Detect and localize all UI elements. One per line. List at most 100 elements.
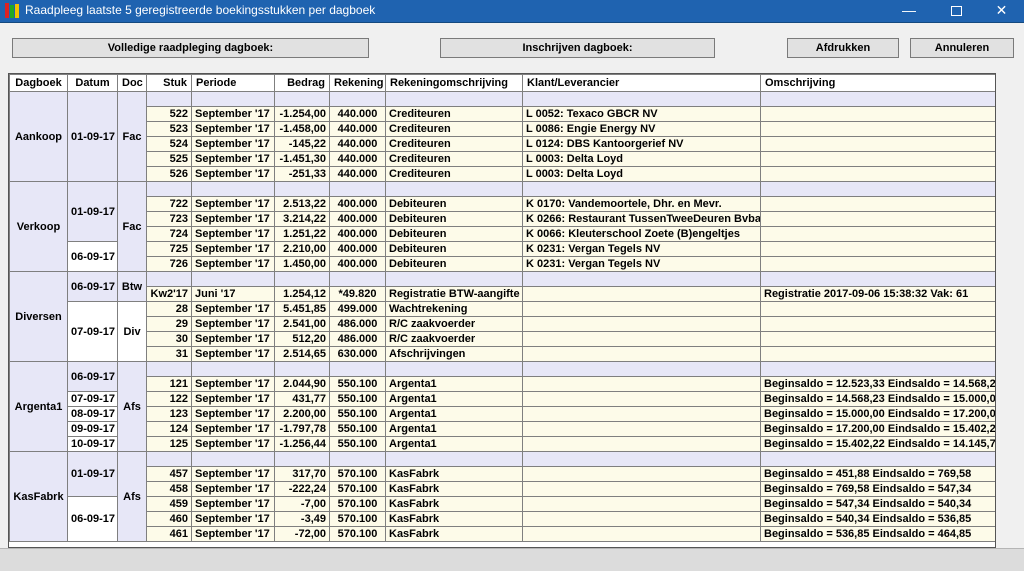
rek-omschr-cell[interactable]: Debiteuren [385,226,523,242]
rekening-cell[interactable]: 550.100 [329,376,386,392]
rekening-cell[interactable]: 550.100 [329,406,386,422]
bedrag-cell[interactable]: 2.513,22 [274,196,330,212]
rekening-cell[interactable]: 400.000 [329,226,386,242]
klant-cell[interactable] [522,496,761,512]
periode-cell[interactable]: September '17 [191,466,275,482]
rekening-cell[interactable]: 570.100 [329,511,386,527]
bedrag-cell[interactable]: 1.254,12 [274,286,330,302]
stuk-cell[interactable]: 526 [146,166,192,182]
omschrijving-cell[interactable] [760,196,995,212]
datum-cell[interactable]: 01-09-17 [67,451,118,497]
table-row[interactable]: 723 September '17 3.214,22 400.000 Debiteure… [10,211,995,227]
klant-cell[interactable] [522,301,761,317]
klant-cell[interactable]: K 0231: Vergan Tegels NV [522,256,761,272]
stuk-cell[interactable]: 460 [146,511,192,527]
rekening-cell[interactable] [329,271,386,287]
rekening-cell[interactable]: 499.000 [329,301,386,317]
bedrag-cell[interactable]: -72,00 [274,526,330,542]
omschrijving-cell[interactable]: Beginsaldo = 15.402,22 Eindsaldo = 14.14… [760,436,995,452]
table-row[interactable]: 09-09-17 124 September '17 -1.797,78 550.100… [10,421,995,437]
header-stuk[interactable]: Stuk [146,74,192,92]
rek-omschr-cell[interactable]: Crediteuren [385,136,523,152]
periode-cell[interactable]: September '17 [191,136,275,152]
stuk-cell[interactable]: 31 [146,346,192,362]
rek-omschr-cell[interactable] [385,181,523,197]
omschrijving-cell[interactable] [760,136,995,152]
omschrijving-cell[interactable]: Beginsaldo = 540,34 Eindsaldo = 536,85 [760,511,995,527]
rekening-cell[interactable]: 486.000 [329,316,386,332]
rekening-cell[interactable]: 440.000 [329,166,386,182]
table-row[interactable]: 30 September '17 512,20 486.000 R/C zaakvoer… [10,331,995,347]
datum-cell[interactable]: 07-09-17 [67,301,118,362]
stuk-cell[interactable]: 461 [146,526,192,542]
cancel-button[interactable]: Annuleren [910,38,1014,58]
omschrijving-cell[interactable] [760,181,995,197]
omschrijving-cell[interactable] [760,106,995,122]
doc-cell[interactable]: Fac [117,91,147,182]
rek-omschr-cell[interactable]: Argenta1 [385,376,523,392]
datum-cell[interactable]: 06-09-17 [67,241,118,272]
omschrijving-cell[interactable] [760,256,995,272]
klant-cell[interactable]: L 0003: Delta Loyd [522,166,761,182]
table-row[interactable]: 457 September '17 317,70 570.100 KasFabrk Beg… [10,466,995,482]
stuk-cell[interactable]: 125 [146,436,192,452]
periode-cell[interactable]: September '17 [191,391,275,407]
close-button[interactable]: ✕ [979,0,1024,22]
rekening-cell[interactable] [329,91,386,107]
datum-cell[interactable]: 08-09-17 [67,406,118,422]
rek-omschr-cell[interactable]: KasFabrk [385,511,523,527]
rekening-cell[interactable] [329,181,386,197]
rekening-cell[interactable]: 630.000 [329,346,386,362]
rekening-cell[interactable]: 400.000 [329,196,386,212]
periode-cell[interactable]: September '17 [191,436,275,452]
bedrag-cell[interactable]: 1.251,22 [274,226,330,242]
table-row[interactable]: Kw2'17 Juni '17 1.254,12 *49.820 Registratie… [10,286,995,302]
rekening-cell[interactable]: 486.000 [329,331,386,347]
datum-cell[interactable]: 06-09-17 [67,496,118,542]
table-row[interactable]: 523 September '17 -1.458,00 440.000 Crediteu… [10,121,995,137]
rek-omschr-cell[interactable]: Argenta1 [385,391,523,407]
stuk-cell[interactable]: 122 [146,391,192,407]
omschrijving-cell[interactable] [760,301,995,317]
omschrijving-cell[interactable]: Beginsaldo = 547,34 Eindsaldo = 540,34 [760,496,995,512]
stuk-cell[interactable]: 523 [146,121,192,137]
header-klant-leverancier[interactable]: Klant/Leverancier [522,74,761,92]
omschrijving-cell[interactable]: Beginsaldo = 12.523,33 Eindsaldo = 14.56… [760,376,995,392]
header-omschrijving[interactable]: Omschrijving [760,74,995,92]
klant-cell[interactable] [522,421,761,437]
rekening-cell[interactable]: 570.100 [329,526,386,542]
rek-omschr-cell[interactable]: Crediteuren [385,121,523,137]
stuk-cell[interactable]: 724 [146,226,192,242]
table-row[interactable]: 10-09-17 125 September '17 -1.256,44 550.100… [10,436,995,452]
klant-cell[interactable] [522,451,761,467]
datum-cell[interactable]: 01-09-17 [67,91,118,182]
rekening-cell[interactable]: 550.100 [329,436,386,452]
stuk-cell[interactable]: 725 [146,241,192,257]
table-row[interactable]: 458 September '17 -222,24 570.100 KasFabrk Be… [10,481,995,497]
bedrag-cell[interactable] [274,181,330,197]
omschrijving-cell[interactable] [760,121,995,137]
omschrijving-cell[interactable] [760,151,995,167]
table-row[interactable]: 29 September '17 2.541,00 486.000 R/C zaakvo… [10,316,995,332]
table-row[interactable]: 724 September '17 1.251,22 400.000 Debiteure… [10,226,995,242]
periode-cell[interactable]: September '17 [191,511,275,527]
table-row[interactable]: 07-09-17 122 September '17 431,77 550.100 Arg… [10,391,995,407]
header-periode[interactable]: Periode [191,74,275,92]
bedrag-cell[interactable] [274,91,330,107]
omschrijving-cell[interactable]: Beginsaldo = 15.000,00 Eindsaldo = 17.20… [760,406,995,422]
klant-cell[interactable] [522,376,761,392]
stuk-cell[interactable] [146,271,192,287]
omschrijving-cell[interactable] [760,211,995,227]
rek-omschr-cell[interactable]: R/C zaakvoerder [385,331,523,347]
omschrijving-cell[interactable]: Beginsaldo = 536,85 Eindsaldo = 464,85 [760,526,995,542]
header-doc[interactable]: Doc [117,74,147,92]
datum-cell[interactable]: 01-09-17 [67,181,118,242]
periode-cell[interactable]: September '17 [191,496,275,512]
bedrag-cell[interactable] [274,271,330,287]
full-consult-button[interactable]: Volledige raadpleging dagboek: [12,38,369,58]
omschrijving-cell[interactable]: Beginsaldo = 451,88 Eindsaldo = 769,58 [760,466,995,482]
group-separator-row[interactable]: Verkoop 01-09-17 Fac [9,181,995,272]
klant-cell[interactable] [522,481,761,497]
rekening-cell[interactable]: 440.000 [329,151,386,167]
rekening-cell[interactable]: 570.100 [329,481,386,497]
